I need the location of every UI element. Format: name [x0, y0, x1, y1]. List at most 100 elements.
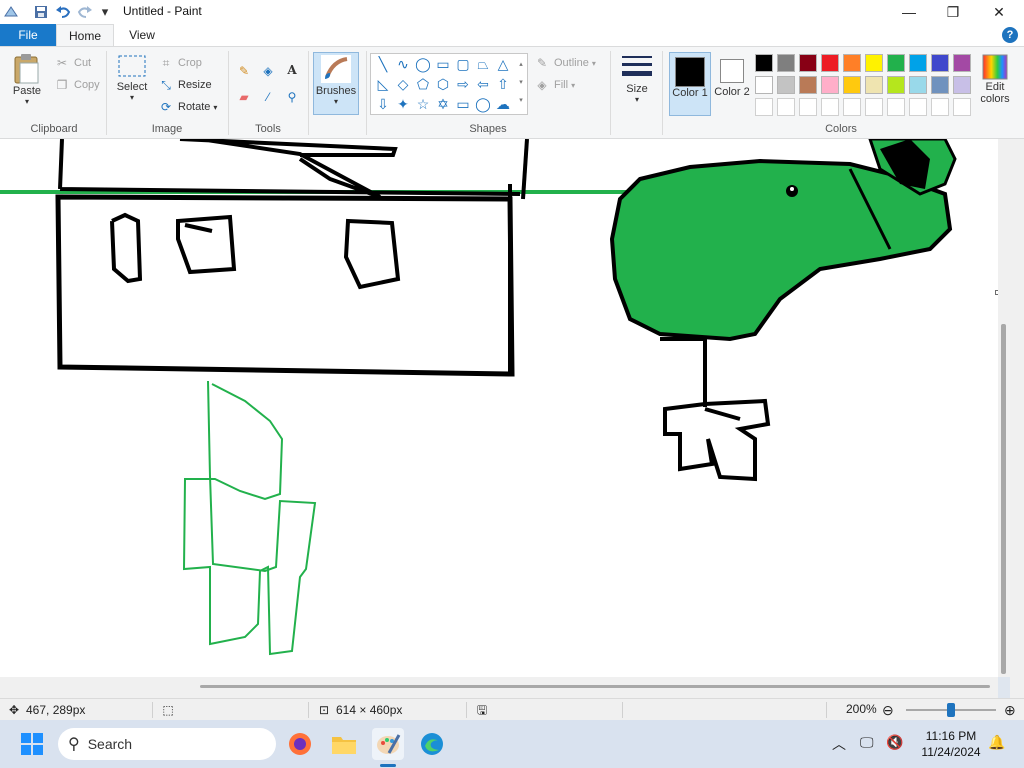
undo-icon[interactable] [54, 3, 72, 21]
outline-button[interactable]: ✎ Outline ▾ [534, 55, 596, 71]
rounded-rectangle-shape-icon[interactable]: ▢ [453, 54, 473, 74]
drawing-canvas[interactable] [0, 139, 1000, 677]
color-picker-tool[interactable]: ⁄ [260, 89, 280, 105]
shapes-scroll-icon[interactable]: ▴ ▾ ▾ [515, 56, 527, 110]
palette-swatch[interactable] [799, 98, 817, 116]
crop-button[interactable]: ⌗ Crop [158, 55, 202, 71]
rect-callout-shape-icon[interactable]: ▭ [453, 94, 473, 114]
zoom-in-button[interactable]: ⊕ [1004, 702, 1016, 719]
palette-swatch[interactable] [821, 76, 839, 94]
palette-swatch[interactable] [799, 76, 817, 94]
size-button[interactable]: Size ▾ [618, 53, 656, 104]
select-button[interactable]: Select ▾ [114, 53, 150, 102]
tab-home[interactable]: Home [56, 24, 114, 46]
file-explorer-taskbar-icon[interactable] [328, 728, 360, 760]
pentagon-shape-icon[interactable]: ⬠ [413, 74, 433, 94]
palette-swatch[interactable] [799, 54, 817, 72]
tab-file[interactable]: File [0, 24, 56, 46]
palette-swatch[interactable] [843, 54, 861, 72]
zoom-slider-thumb[interactable] [947, 703, 955, 717]
palette-swatch[interactable] [887, 54, 905, 72]
palette-swatch[interactable] [887, 98, 905, 116]
right-arrow-shape-icon[interactable]: ⇨ [453, 74, 473, 94]
palette-swatch[interactable] [953, 76, 971, 94]
resize-button[interactable]: ⤡ Resize [158, 77, 211, 93]
edit-colors-button[interactable]: Edit colors [975, 53, 1015, 105]
help-icon[interactable]: ? [1002, 27, 1018, 43]
minimize-button[interactable]: — [886, 0, 932, 24]
horizontal-scrollbar[interactable] [0, 677, 998, 698]
customize-quick-access-icon[interactable]: ▾ [96, 3, 114, 21]
edge-taskbar-icon[interactable] [416, 728, 448, 760]
palette-swatch[interactable] [931, 98, 949, 116]
firefox-taskbar-icon[interactable] [284, 728, 316, 760]
cloud-callout-shape-icon[interactable]: ☁ [493, 94, 513, 114]
curve-shape-icon[interactable]: ∿ [393, 54, 413, 74]
text-tool[interactable]: A [284, 62, 304, 78]
palette-swatch[interactable] [755, 54, 773, 72]
redo-icon[interactable] [76, 3, 94, 21]
maximize-button[interactable]: ❐ [930, 0, 976, 24]
palette-swatch[interactable] [777, 54, 795, 72]
up-arrow-shape-icon[interactable]: ⇧ [493, 74, 513, 94]
paste-button[interactable]: Paste ▾ [8, 53, 46, 106]
volume-mute-icon[interactable]: 🔇 [886, 734, 903, 751]
pencil-tool[interactable]: ✎ [236, 63, 256, 79]
palette-swatch[interactable] [755, 76, 773, 94]
palette-swatch[interactable] [887, 76, 905, 94]
taskbar-search[interactable]: ⚲ Search [58, 728, 276, 760]
cut-button[interactable]: ✂ Cut [54, 55, 91, 71]
notifications-icon[interactable]: 🔔 [988, 734, 1005, 751]
palette-swatch[interactable] [777, 76, 795, 94]
copy-button[interactable]: ❐ Copy [54, 77, 100, 93]
color1-button[interactable]: Color 1 [669, 52, 711, 116]
fill-tool[interactable]: ◈ [260, 63, 280, 79]
palette-swatch[interactable] [865, 76, 883, 94]
palette-swatch[interactable] [865, 98, 883, 116]
palette-swatch[interactable] [931, 54, 949, 72]
down-arrow-shape-icon[interactable]: ⇩ [373, 94, 393, 114]
triangle-shape-icon[interactable]: △ [493, 54, 513, 74]
rectangle-shape-icon[interactable]: ▭ [433, 54, 453, 74]
save-icon[interactable] [32, 3, 50, 21]
palette-swatch[interactable] [909, 54, 927, 72]
palette-swatch[interactable] [865, 54, 883, 72]
brushes-button[interactable]: Brushes ▾ [313, 52, 359, 115]
left-arrow-shape-icon[interactable]: ⇦ [473, 74, 493, 94]
rotate-button[interactable]: ⟳ Rotate ▾ [158, 99, 217, 115]
palette-swatch[interactable] [953, 98, 971, 116]
palette-swatch[interactable] [843, 76, 861, 94]
palette-swatch[interactable] [755, 98, 773, 116]
palette-swatch[interactable] [821, 98, 839, 116]
network-icon[interactable]: 🖵 [860, 734, 874, 751]
zoom-slider[interactable] [906, 703, 996, 717]
palette-swatch[interactable] [821, 54, 839, 72]
paint-app-icon[interactable] [2, 3, 20, 21]
eraser-tool[interactable]: ▰ [236, 89, 256, 105]
vertical-scroll-thumb[interactable] [1001, 324, 1006, 674]
taskbar-clock[interactable]: 11:16 PM 11/24/2024 [912, 728, 990, 760]
fill-button[interactable]: ◈ Fill ▾ [534, 77, 575, 93]
color2-button[interactable]: Color 2 [714, 52, 750, 116]
five-point-star-shape-icon[interactable]: ☆ [413, 94, 433, 114]
oval-shape-icon[interactable]: ◯ [413, 54, 433, 74]
palette-swatch[interactable] [843, 98, 861, 116]
palette-swatch[interactable] [931, 76, 949, 94]
diamond-shape-icon[interactable]: ◇ [393, 74, 413, 94]
magnifier-tool[interactable]: ⚲ [284, 89, 304, 105]
four-point-star-shape-icon[interactable]: ✦ [393, 94, 413, 114]
zoom-out-button[interactable]: ⊖ [882, 702, 894, 719]
palette-swatch[interactable] [953, 54, 971, 72]
six-point-star-shape-icon[interactable]: ✡ [433, 94, 453, 114]
line-shape-icon[interactable]: ╲ [373, 54, 393, 74]
palette-swatch[interactable] [909, 76, 927, 94]
tab-view[interactable]: View [114, 24, 170, 46]
hexagon-shape-icon[interactable]: ⬡ [433, 74, 453, 94]
vertical-scrollbar[interactable] [998, 139, 1010, 677]
right-triangle-shape-icon[interactable]: ◺ [373, 74, 393, 94]
palette-swatch[interactable] [777, 98, 795, 116]
palette-swatch[interactable] [909, 98, 927, 116]
horizontal-scroll-thumb[interactable] [200, 685, 990, 688]
start-button[interactable] [16, 728, 48, 760]
polygon-shape-icon[interactable]: ⏢ [473, 54, 493, 74]
